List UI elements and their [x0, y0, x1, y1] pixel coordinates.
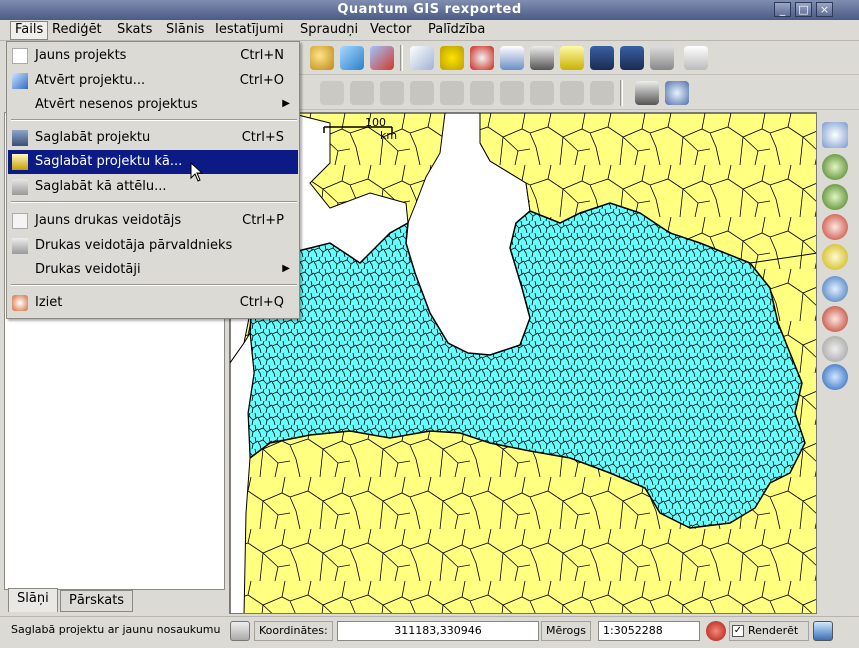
menu-settings[interactable]: Iestatījumi — [215, 22, 284, 37]
menu-item-print-composers[interactable]: Drukas veidotāji ▶ — [8, 258, 298, 282]
menu-edit[interactable]: Rediģēt — [52, 22, 102, 37]
close-button[interactable]: × — [816, 2, 833, 17]
zoom-selection-icon[interactable] — [822, 276, 848, 302]
file-menu-dropdown: Jauns projekts Ctrl+N Atvērt projektu...… — [6, 41, 300, 319]
zoom-full-icon[interactable] — [822, 214, 848, 240]
refresh-icon[interactable] — [822, 364, 848, 390]
map-navigation-toolbar — [819, 118, 849, 598]
zoom-in-icon[interactable] — [822, 154, 848, 180]
zoom-to-selection-icon[interactable] — [665, 81, 689, 105]
scale-bar-value: 100 — [365, 116, 386, 129]
attribute-table-icon[interactable] — [500, 46, 524, 70]
menu-help[interactable]: Palīdzība — [428, 22, 485, 37]
minimize-button[interactable]: _ — [774, 2, 791, 17]
identify-icon[interactable] — [410, 46, 434, 70]
open-project-icon — [12, 73, 28, 89]
new-project-icon — [12, 48, 28, 64]
split-features-icon[interactable] — [530, 81, 554, 105]
redo-icon[interactable] — [320, 81, 344, 105]
home-icon[interactable] — [590, 46, 614, 70]
remove-layer-icon[interactable] — [370, 46, 394, 70]
deselect-icon[interactable] — [470, 46, 494, 70]
map-canvas[interactable]: 100 km — [229, 112, 817, 614]
submenu-arrow-icon: ▶ — [282, 263, 290, 274]
capture-polygon-icon[interactable] — [350, 81, 374, 105]
render-checkbox[interactable]: ✓ — [732, 625, 744, 637]
scale-bar-icon[interactable] — [635, 81, 659, 105]
save-project-icon — [12, 130, 28, 146]
toolbar-separator — [620, 80, 623, 106]
exit-icon — [12, 295, 28, 311]
menu-separator — [11, 201, 297, 203]
menu-item-recent-projects[interactable]: Atvērt nesenos projektus ▶ — [8, 93, 298, 117]
add-vector-layer-icon[interactable] — [310, 46, 334, 70]
coordinates-label: Koordinātes: — [254, 621, 333, 641]
window-titlebar: Quantum GIS rexported _ □ × — [0, 0, 859, 20]
menu-view[interactable]: Skats — [117, 22, 152, 37]
tab-layers[interactable]: Slāņi — [8, 588, 58, 612]
menu-item-save-project-as[interactable]: Saglabāt projektu kā... — [8, 150, 298, 174]
pan-hand-icon[interactable] — [822, 122, 848, 148]
save-as-image-icon — [12, 179, 28, 195]
label-abc-icon[interactable] — [650, 46, 674, 70]
menu-item-new-print-composer[interactable]: Jauns drukas veidotājs Ctrl+P — [8, 209, 298, 233]
menu-separator — [11, 284, 297, 286]
menu-vector[interactable]: Vector — [370, 22, 411, 37]
stop-render-icon[interactable] — [706, 621, 726, 641]
menu-layer[interactable]: Slānis — [166, 22, 204, 37]
digitizing-toolbar — [300, 76, 859, 110]
status-message: Saglabā projektu ar jaunu nosaukumu — [11, 623, 221, 636]
projection-icon[interactable] — [813, 621, 833, 641]
menu-file[interactable]: Fails — [10, 21, 49, 40]
delete-ring-icon[interactable] — [470, 81, 494, 105]
rotate-icon[interactable] — [590, 81, 614, 105]
save-project-as-icon — [12, 154, 28, 170]
text-annotation-icon[interactable] — [684, 46, 708, 70]
tab-overview[interactable]: Pārskats — [60, 590, 134, 612]
menu-item-open-project[interactable]: Atvērt projektu... Ctrl+O — [8, 69, 298, 93]
maximize-button[interactable]: □ — [795, 2, 812, 17]
window-title: Quantum GIS rexported — [337, 2, 522, 17]
home-plus-icon[interactable] — [620, 46, 644, 70]
add-raster-layer-icon[interactable] — [340, 46, 364, 70]
scale-label: Mērogs — [541, 621, 591, 641]
print-composer-manager-icon — [12, 238, 28, 254]
measure-line-icon[interactable] — [530, 46, 554, 70]
scale-bar-unit: km — [380, 129, 397, 142]
zoom-last-icon[interactable] — [822, 306, 848, 332]
coordinates-field: 311183,330946 — [337, 621, 539, 641]
toolbar-separator — [400, 45, 403, 71]
menu-item-save-project[interactable]: Saglabāt projektu Ctrl+S — [8, 126, 298, 150]
coordinate-capture-icon[interactable] — [230, 621, 250, 641]
menu-item-exit[interactable]: Iziet Ctrl+Q — [8, 291, 298, 315]
map-tips-icon[interactable] — [560, 46, 584, 70]
menu-item-print-composer-manager[interactable]: Drukas veidotāja pārvaldnieks — [8, 234, 298, 258]
mouse-cursor-icon — [190, 162, 204, 182]
new-print-composer-icon — [12, 213, 28, 229]
submenu-arrow-icon: ▶ — [282, 98, 290, 109]
add-ring-icon[interactable] — [410, 81, 434, 105]
select-features-icon[interactable] — [440, 46, 464, 70]
statusbar: Saglabā projektu ar jaunu nosaukumu Koor… — [0, 616, 859, 644]
menu-plugins[interactable]: Spraudņi — [300, 22, 358, 37]
merge-features-icon[interactable] — [560, 81, 584, 105]
zoom-out-icon[interactable] — [822, 184, 848, 210]
menu-item-new-project[interactable]: Jauns projekts Ctrl+N — [8, 44, 298, 68]
menu-item-save-as-image[interactable]: Saglabāt kā attēlu... — [8, 175, 298, 199]
scale-field[interactable]: 1:3052288 — [598, 621, 700, 641]
main-toolbar — [300, 41, 859, 75]
move-feature-icon[interactable] — [380, 81, 404, 105]
zoom-next-icon[interactable] — [822, 336, 848, 362]
zoom-to-layer-icon[interactable] — [822, 244, 848, 270]
add-island-icon[interactable] — [440, 81, 464, 105]
node-tool-icon[interactable] — [500, 81, 524, 105]
menubar: Fails Rediģēt Skats Slānis Iestatījumi S… — [0, 20, 859, 41]
menu-separator — [11, 119, 297, 121]
